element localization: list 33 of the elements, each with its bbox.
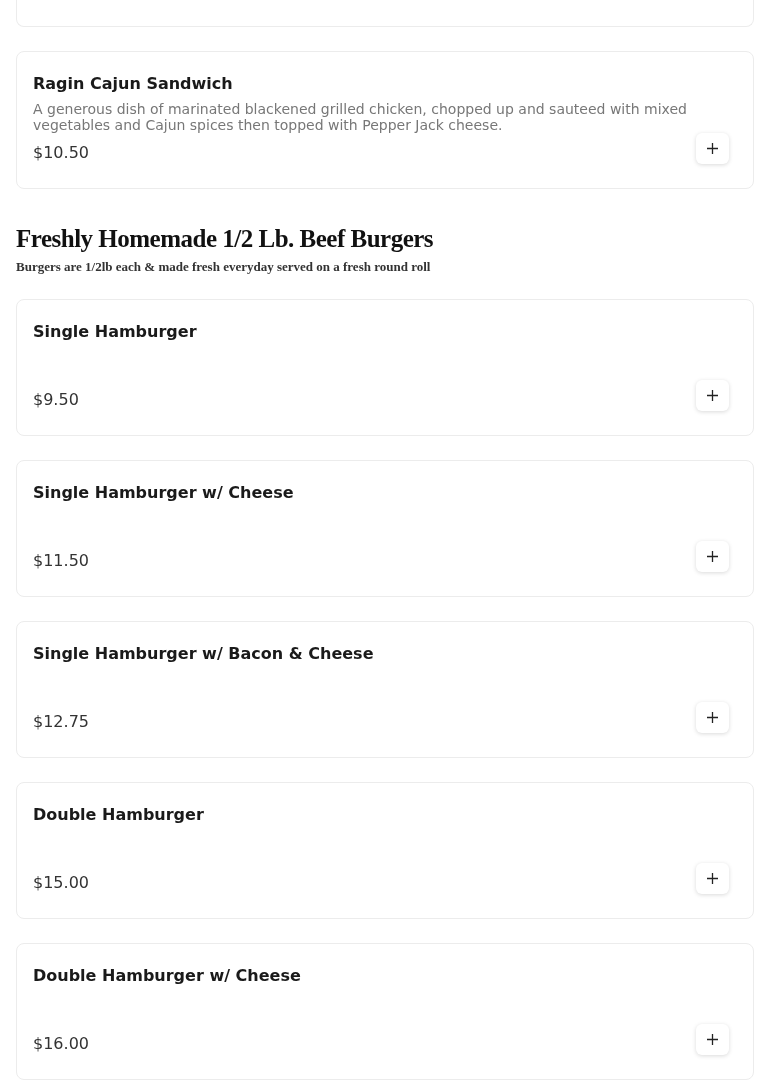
item-price: $16.00	[33, 1034, 89, 1053]
add-button[interactable]	[696, 133, 729, 164]
plus-icon	[707, 712, 718, 723]
item-price: $11.50	[33, 551, 89, 570]
item-name: Ragin Cajun Sandwich	[33, 74, 234, 93]
item-name: Single Hamburger w/ Cheese	[33, 483, 295, 502]
plus-icon	[707, 143, 718, 154]
menu-item-card[interactable]: Single Hamburger w/ Cheese $11.50	[16, 460, 754, 597]
menu-item-card[interactable]: Ragin Cajun Sandwich A generous dish of marinated blackened grilled chicken, chopped up and sauteed with mixed vegetables and Cajun spices then topped with Pepper Jack cheese. $10.50	[16, 51, 754, 189]
plus-icon	[707, 1034, 718, 1045]
menu-item-card[interactable]: Double Hamburger w/ Cheese $16.00	[16, 943, 754, 1080]
add-button[interactable]	[696, 380, 729, 411]
item-name: Double Hamburger	[33, 805, 205, 824]
section-title: Freshly Homemade 1/2 Lb. Beef Burgers	[16, 225, 435, 253]
menu-item-card[interactable]: Single Hamburger w/ Bacon & Cheese $12.75	[16, 621, 754, 758]
add-button[interactable]	[696, 863, 729, 894]
item-name: Single Hamburger	[33, 322, 198, 341]
menu-item-card[interactable]: Single Hamburger $9.50	[16, 299, 754, 436]
item-name: Single Hamburger w/ Bacon & Cheese	[33, 644, 375, 663]
add-button[interactable]	[696, 541, 729, 572]
add-button[interactable]	[696, 1024, 729, 1055]
item-price: $15.00	[33, 873, 89, 892]
item-price: $9.50	[33, 390, 79, 409]
item-price: $12.75	[33, 712, 89, 731]
item-description: A generous dish of marinated blackened grilled chicken, chopped up and sauteed with mixed vegetables and Cajun spices then topped with Pepper Jack cheese.	[33, 101, 688, 133]
plus-icon	[707, 551, 718, 562]
add-button[interactable]	[696, 702, 729, 733]
plus-icon	[707, 390, 718, 401]
item-name: Double Hamburger w/ Cheese	[33, 966, 302, 985]
menu-item-card[interactable]: Double Hamburger $15.00	[16, 782, 754, 919]
item-price: $10.50	[33, 143, 89, 162]
section-subtitle: Burgers are 1/2lb each & made fresh everyday served on a fresh round roll	[16, 259, 432, 275]
plus-icon	[707, 873, 718, 884]
